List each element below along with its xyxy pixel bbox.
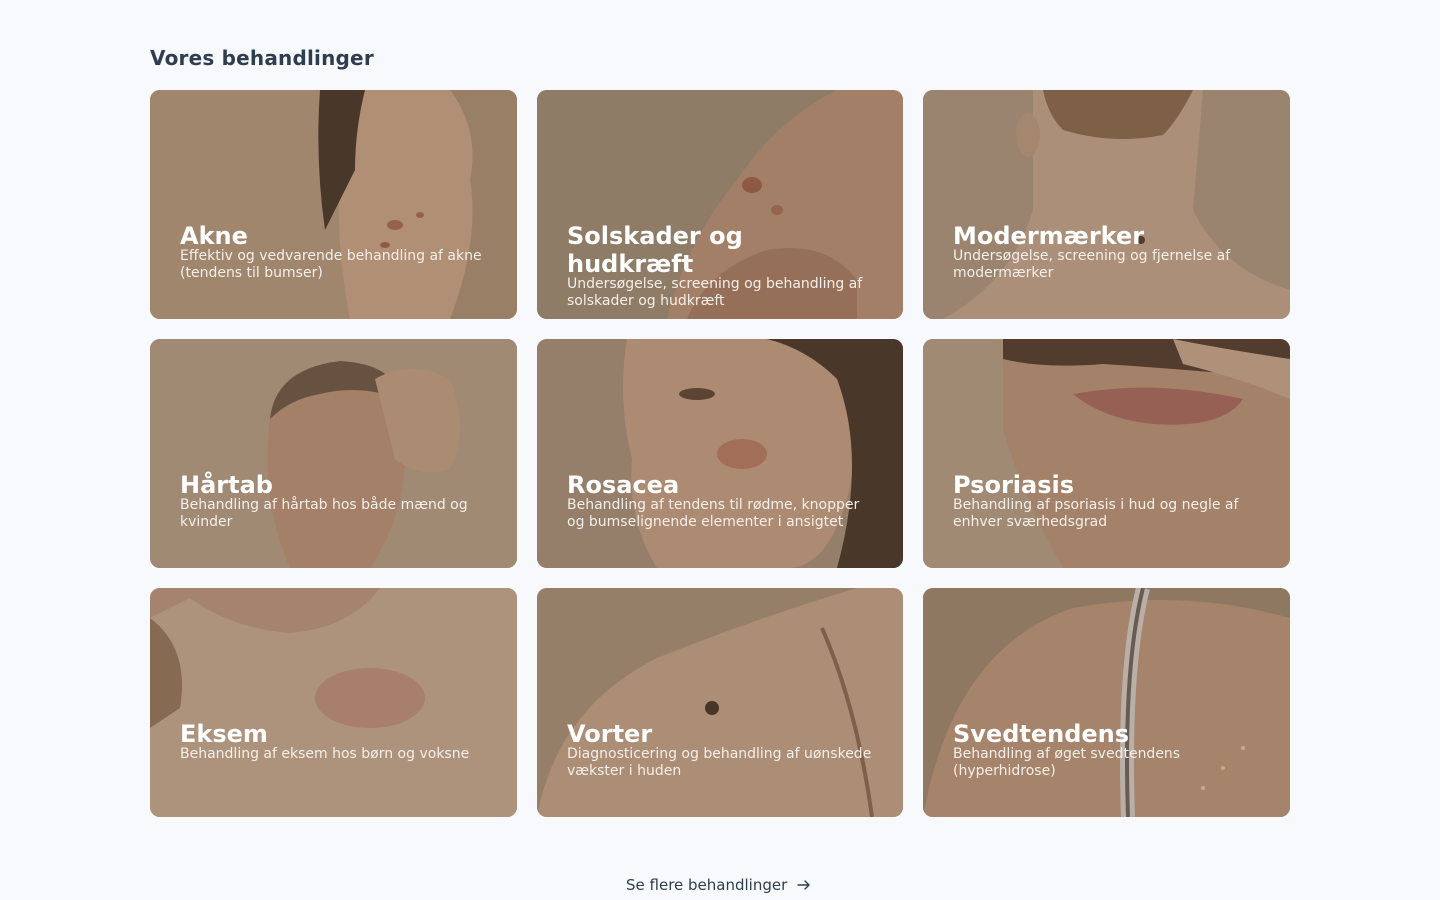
arrow-right-icon bbox=[797, 880, 810, 890]
card-text: Svedtendens Behandling af øget svedtende… bbox=[953, 720, 1260, 780]
card-title: Vorter bbox=[567, 720, 653, 748]
card-overlay bbox=[923, 339, 1290, 568]
card-text: Eksem Behandling af eksem hos børn og vo… bbox=[180, 720, 487, 763]
treatments-section: Vores behandlinger Akne Effektiv og vedv… bbox=[0, 0, 1440, 900]
section-title: Vores behandlinger bbox=[150, 46, 374, 70]
card-title: Svedtendens bbox=[953, 720, 1130, 748]
treatment-card-eksem[interactable]: Eksem Behandling af eksem hos børn og vo… bbox=[150, 588, 517, 817]
treatment-card-modermaerker[interactable]: Modermærker Undersøgelse, screening og f… bbox=[923, 90, 1290, 319]
card-text: Vorter Diagnosticering og behandling af … bbox=[567, 720, 873, 780]
card-text: Psoriasis Behandling af psoriasis i hud … bbox=[953, 471, 1260, 531]
card-title: Modermærker bbox=[953, 222, 1145, 250]
card-description: Undersøgelse, screening og fjernelse af … bbox=[953, 248, 1231, 281]
card-overlay bbox=[537, 339, 903, 568]
card-description: Behandling af tendens til rødme, knopper… bbox=[567, 497, 860, 530]
card-description: Behandling af psoriasis i hud og negle a… bbox=[953, 497, 1239, 530]
card-text: Akne Effektiv og vedvarende behandling a… bbox=[180, 222, 487, 282]
card-overlay bbox=[150, 588, 517, 817]
card-text: Rosacea Behandling af tendens til rødme,… bbox=[567, 471, 873, 531]
card-title: Hårtab bbox=[180, 471, 273, 499]
see-more-treatments-link[interactable]: Se flere behandlinger bbox=[626, 876, 811, 894]
card-title: Rosacea bbox=[567, 471, 680, 499]
treatment-card-akne[interactable]: Akne Effektiv og vedvarende behandling a… bbox=[150, 90, 517, 319]
card-overlay bbox=[150, 339, 517, 568]
card-description: Diagnosticering og behandling af uønsked… bbox=[567, 746, 872, 779]
treatment-card-rosacea[interactable]: Rosacea Behandling af tendens til rødme,… bbox=[537, 339, 903, 568]
card-text: Solskader og hudkræft Undersøgelse, scre… bbox=[567, 222, 873, 310]
treatments-grid: Akne Effektiv og vedvarende behandling a… bbox=[150, 90, 1290, 817]
card-overlay bbox=[923, 588, 1290, 817]
card-title: Psoriasis bbox=[953, 471, 1074, 499]
card-text: Hårtab Behandling af hårtab hos både mæn… bbox=[180, 471, 487, 531]
treatment-card-psoriasis[interactable]: Psoriasis Behandling af psoriasis i hud … bbox=[923, 339, 1290, 568]
card-overlay bbox=[923, 90, 1290, 319]
card-description: Undersøgelse, screening og behandling af… bbox=[567, 276, 863, 309]
treatment-card-svedtendens[interactable]: Svedtendens Behandling af øget svedtende… bbox=[923, 588, 1290, 817]
card-text: Modermærker Undersøgelse, screening og f… bbox=[953, 222, 1260, 282]
treatment-card-solskader[interactable]: Solskader og hudkræft Undersøgelse, scre… bbox=[537, 90, 903, 319]
card-description: Effektiv og vedvarende behandling af akn… bbox=[180, 248, 482, 281]
treatment-card-vorter[interactable]: Vorter Diagnosticering og behandling af … bbox=[537, 588, 903, 817]
card-overlay bbox=[150, 90, 517, 319]
card-description: Behandling af eksem hos børn og voksne bbox=[180, 746, 470, 762]
card-description: Behandling af hårtab hos både mænd og kv… bbox=[180, 497, 468, 530]
card-description: Behandling af øget svedtendens (hyperhid… bbox=[953, 746, 1181, 779]
treatment-card-haartab[interactable]: Hårtab Behandling af hårtab hos både mæn… bbox=[150, 339, 517, 568]
see-more-label: Se flere behandlinger bbox=[626, 876, 788, 894]
card-title: Eksem bbox=[180, 720, 268, 748]
card-overlay bbox=[537, 588, 903, 817]
card-title: Akne bbox=[180, 222, 248, 250]
card-title: Solskader og hudkræft bbox=[567, 222, 743, 278]
